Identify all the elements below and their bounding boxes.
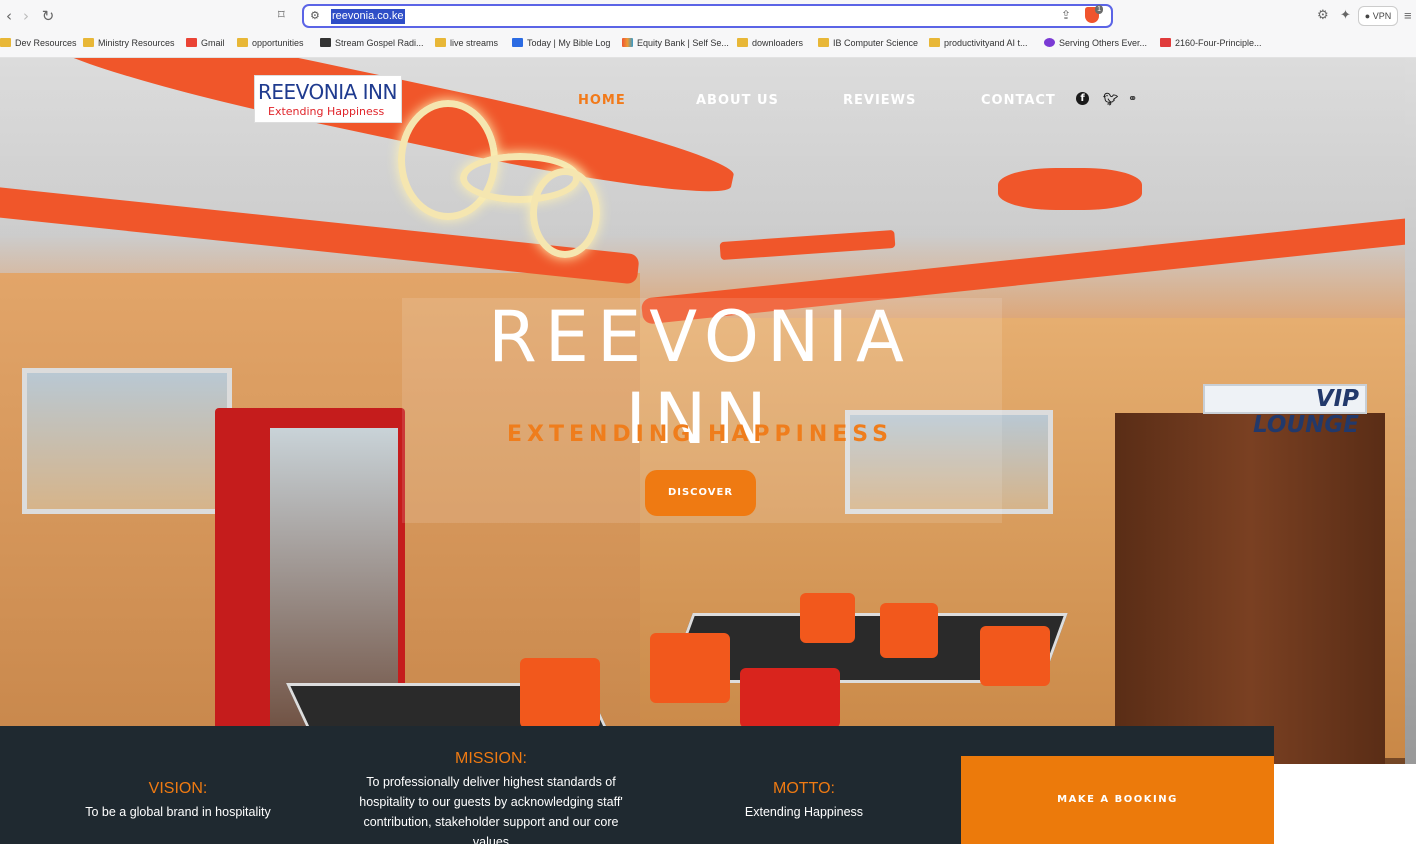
vision-heading: VISION: xyxy=(148,780,208,797)
browser-chrome: ‹ › ↻ ⌑ ⚙ reevonia.co.ke ⇪ 1 ⚙ ✦ ● VPN ≡… xyxy=(0,0,1416,58)
bookmark-bible-log[interactable]: Today | My Bible Log xyxy=(512,35,610,51)
folder-icon xyxy=(737,38,748,47)
door-decor xyxy=(1115,413,1385,764)
vpn-label: VPN xyxy=(1372,11,1392,21)
bookmark-serving-others[interactable]: Serving Others Ever... xyxy=(1044,35,1147,51)
folder-icon xyxy=(929,38,940,47)
share-icon[interactable]: ⇪ xyxy=(1061,8,1071,22)
motto-block: MOTTO: Extending Happiness xyxy=(684,780,924,822)
chair-decor xyxy=(980,626,1050,686)
chandelier-decor xyxy=(530,168,600,258)
site-logo[interactable]: REEVONIA INN Extending Happiness xyxy=(254,75,402,123)
bookmark-ib-cs[interactable]: IB Computer Science xyxy=(818,35,918,51)
chair-decor xyxy=(880,603,938,658)
motto-heading: MOTTO: xyxy=(773,780,835,797)
shield-count-badge: 1 xyxy=(1095,5,1103,14)
bookmark-label: Stream Gospel Radi... xyxy=(335,38,424,48)
bible-log-icon xyxy=(512,38,523,47)
nav-reviews[interactable]: REVIEWS xyxy=(843,93,916,108)
folder-icon xyxy=(0,38,11,47)
bookmark-four-principle[interactable]: 2160-Four-Principle... xyxy=(1160,35,1262,51)
bookmark-label: live streams xyxy=(450,38,499,48)
bookmarks-bar: Dev Resources Ministry Resources Gmail o… xyxy=(0,35,1416,51)
vision-block: VISION: To be a global brand in hospital… xyxy=(58,780,298,822)
mission-text: To professionally deliver highest standa… xyxy=(359,775,623,849)
bookmark-ministry-resources[interactable]: Ministry Resources xyxy=(83,35,175,51)
bookmark-productivity[interactable]: productivityand AI t... xyxy=(929,35,1028,51)
bookmark-label: 2160-Four-Principle... xyxy=(1175,38,1262,48)
chair-decor xyxy=(800,593,855,643)
folder-icon xyxy=(83,38,94,47)
motto-text: Extending Happiness xyxy=(744,805,864,819)
bookmark-label: Serving Others Ever... xyxy=(1059,38,1148,48)
folder-icon xyxy=(818,38,829,47)
bookmark-label: Gmail xyxy=(201,38,225,48)
bookmark-label: downloaders xyxy=(752,38,804,48)
serving-icon xyxy=(1044,38,1055,47)
browser-menu-icon[interactable]: ≡ xyxy=(1404,8,1412,23)
leo-ai-icon[interactable]: ✦ xyxy=(1340,8,1351,23)
bookmark-label: opportunities xyxy=(252,38,304,48)
bookmark-label: Equity Bank | Self Se... xyxy=(637,38,729,48)
bookmark-gmail[interactable]: Gmail xyxy=(186,35,225,51)
vision-text: To be a global brand in hospitality xyxy=(85,805,271,819)
bookmark-label: Ministry Resources xyxy=(98,38,175,48)
page-background xyxy=(1274,764,1416,844)
url-text[interactable]: reevonia.co.ke xyxy=(331,9,405,24)
folder-icon xyxy=(435,38,446,47)
vpn-dot-icon: ● xyxy=(1364,11,1371,21)
bookmark-stream-gospel[interactable]: Stream Gospel Radi... xyxy=(320,35,424,51)
reload-icon[interactable]: ↻ xyxy=(39,7,57,25)
logo-tagline: Extending Happiness xyxy=(268,105,385,118)
extensions-icon[interactable]: ⚙ xyxy=(1317,8,1329,23)
bookmark-label: productivityand AI t... xyxy=(944,38,1028,48)
facebook-icon[interactable]: f xyxy=(1076,92,1089,105)
folder-icon xyxy=(237,38,248,47)
chair-decor xyxy=(740,668,840,728)
make-a-booking-button[interactable]: MAKE A BOOKING xyxy=(961,756,1274,844)
ceiling-decor xyxy=(719,229,896,261)
bookmark-live-streams[interactable]: live streams xyxy=(435,35,498,51)
logo-name: REEVONIA INN xyxy=(258,80,397,104)
bookmark-label: Dev Resources xyxy=(15,38,77,48)
address-bar[interactable]: ⚙ reevonia.co.ke ⇪ 1 xyxy=(302,4,1113,28)
bookmark-equity-bank[interactable]: Equity Bank | Self Se... xyxy=(622,35,729,51)
twitter-icon[interactable]: 🐦︎ xyxy=(1103,92,1118,106)
ceiling-decor xyxy=(998,168,1142,210)
forward-icon[interactable]: › xyxy=(17,7,35,25)
chair-decor xyxy=(520,658,600,728)
hero-section: VIP LOUNGE REEVONIA INN Extending Happin… xyxy=(0,58,1416,764)
site-settings-icon[interactable]: ⚙ xyxy=(310,9,320,22)
tripadvisor-icon[interactable]: ⚭ xyxy=(1128,92,1137,105)
nav-contact[interactable]: CONTACT xyxy=(981,93,1056,108)
page-edge-decor xyxy=(1405,58,1416,764)
bookmark-label: IB Computer Science xyxy=(833,38,919,48)
hero-tagline: EXTENDING HAPPINESS xyxy=(506,422,894,447)
mission-heading: MISSION: xyxy=(454,750,527,767)
horses-painting xyxy=(22,368,232,514)
radio-icon xyxy=(320,38,331,47)
mission-block: MISSION: To professionally deliver highe… xyxy=(352,750,630,852)
nav-home[interactable]: HOME xyxy=(578,93,626,108)
nav-about-us[interactable]: ABOUT US xyxy=(696,93,779,108)
bookmark-dev-resources[interactable]: Dev Resources xyxy=(0,35,77,51)
chair-decor xyxy=(650,633,730,703)
heart-icon xyxy=(1160,38,1171,47)
vip-lounge-sign: VIP LOUNGE xyxy=(1203,384,1367,438)
bookmark-page-icon[interactable]: ⌑ xyxy=(278,8,292,24)
gmail-icon xyxy=(186,38,197,47)
equity-icon xyxy=(622,38,633,47)
bookmark-downloaders[interactable]: downloaders xyxy=(737,35,803,51)
vpn-button[interactable]: ● VPN xyxy=(1358,6,1398,26)
discover-button[interactable]: DISCOVER xyxy=(645,470,756,516)
bookmark-label: Today | My Bible Log xyxy=(527,38,611,48)
back-icon[interactable]: ‹ xyxy=(0,7,18,25)
bookmark-opportunities[interactable]: opportunities xyxy=(237,35,304,51)
